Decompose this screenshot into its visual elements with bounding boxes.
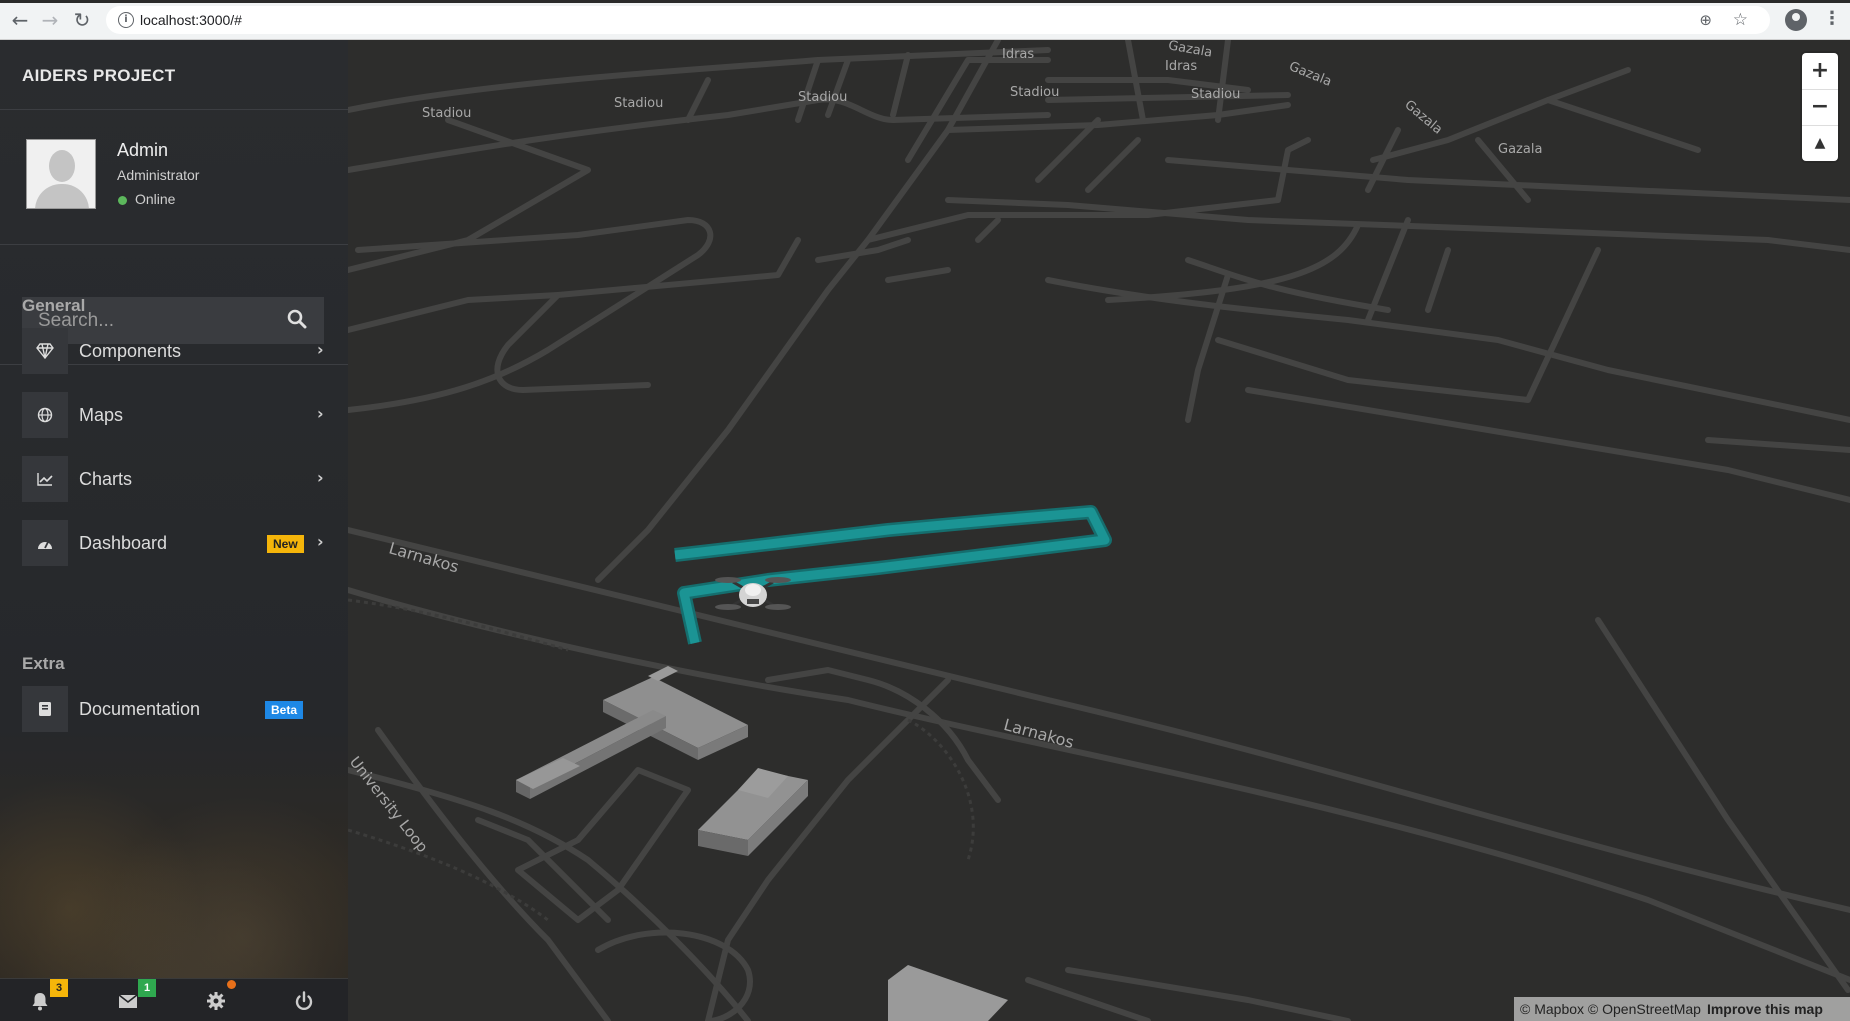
- sidebar-item-label: Dashboard: [79, 533, 168, 553]
- globe-icon: [22, 392, 68, 438]
- settings-alert-dot-icon: [227, 980, 236, 989]
- back-arrow-icon[interactable]: ←: [8, 8, 32, 32]
- brand-title[interactable]: AIDERS PROJECT: [22, 66, 175, 86]
- envelope-icon[interactable]: [117, 990, 139, 1012]
- gear-icon[interactable]: [205, 990, 227, 1012]
- messages-count-badge: 1: [138, 979, 157, 997]
- brand-header: AIDERS PROJECT: [0, 40, 348, 110]
- url-text[interactable]: localhost:3000/#: [140, 12, 242, 28]
- sidebar-item-maps[interactable]: Maps ›: [22, 392, 332, 438]
- online-status-dot-icon: [118, 196, 127, 205]
- bell-icon[interactable]: [29, 990, 51, 1012]
- sidebar-item-components[interactable]: Components ›: [22, 328, 332, 374]
- search-icon[interactable]: [287, 309, 307, 329]
- sidebar-item-dashboard[interactable]: Dashboard New ›: [22, 520, 332, 566]
- map-navigation-control: + − ▲: [1802, 53, 1838, 161]
- street-label: Stadiou: [1010, 85, 1060, 100]
- user-name: Admin: [117, 140, 169, 160]
- map-view[interactable]: Stadiou Stadiou Stadiou Stadiou Stadiou …: [348, 40, 1850, 1021]
- attribution-text[interactable]: © Mapbox © OpenStreetMap: [1520, 1001, 1701, 1017]
- reload-icon[interactable]: ↻: [70, 8, 94, 32]
- street-label: Gazala: [1498, 142, 1543, 157]
- sidebar-item-label: Components: [79, 341, 182, 361]
- user-profile: Admin Administrator Online: [0, 110, 348, 245]
- address-bar[interactable]: i localhost:3000/# ⊕ ☆: [106, 6, 1770, 34]
- 3d-building: [698, 768, 808, 856]
- 3d-building: [888, 965, 1008, 1021]
- street-label: Idras: [1002, 47, 1035, 62]
- map-attribution: © Mapbox © OpenStreetMap Improve this map: [1514, 997, 1850, 1021]
- power-icon[interactable]: [293, 990, 315, 1012]
- forward-arrow-icon[interactable]: →: [38, 8, 62, 32]
- improve-map-link[interactable]: Improve this map: [1707, 1001, 1823, 1017]
- browser-menu-icon[interactable]: ⋮: [1823, 8, 1841, 29]
- bookmark-star-icon[interactable]: ☆: [1733, 10, 1748, 30]
- sidebar-footer: 3 1: [0, 978, 348, 1021]
- browser-toolbar: ← → ↻ i localhost:3000/# ⊕ ☆ ⋮: [0, 0, 1850, 40]
- street-label: Stadiou: [1191, 87, 1241, 102]
- notifications-count-badge: 3: [50, 979, 69, 997]
- street-label: Stadiou: [614, 96, 664, 111]
- zoom-out-button[interactable]: −: [1802, 89, 1838, 125]
- map-canvas[interactable]: [348, 40, 1850, 1021]
- tachometer-icon: [22, 520, 68, 566]
- site-info-icon[interactable]: i: [118, 12, 134, 28]
- book-icon: [22, 686, 68, 732]
- beta-badge: Beta: [265, 701, 304, 719]
- chevron-right-icon: ›: [317, 532, 324, 551]
- footpath: [348, 598, 975, 922]
- sidebar-item-documentation[interactable]: Documentation Beta: [22, 686, 332, 732]
- chevron-right-icon: ›: [317, 468, 324, 487]
- sidebar-item-label: Maps: [79, 405, 124, 425]
- sidebar: AIDERS PROJECT Admin Administrator Onlin…: [0, 40, 348, 1021]
- section-heading-general: General: [22, 296, 86, 315]
- sidebar-item-charts[interactable]: Charts ›: [22, 456, 332, 502]
- street-label: Stadiou: [422, 106, 472, 121]
- chevron-right-icon: ›: [317, 404, 324, 423]
- street-label: Idras: [1165, 59, 1198, 74]
- avatar: [26, 139, 96, 209]
- user-role: Administrator: [117, 167, 200, 183]
- street-label: Stadiou: [798, 90, 848, 105]
- user-status: Online: [135, 191, 176, 207]
- sidebar-item-label: Documentation: [79, 699, 201, 719]
- section-heading-extra: Extra: [22, 654, 65, 673]
- zoom-in-button[interactable]: +: [1802, 53, 1838, 89]
- chevron-right-icon: ›: [317, 340, 324, 359]
- window-top-edge: [0, 0, 1850, 3]
- account-avatar-icon[interactable]: [1785, 9, 1807, 31]
- diamond-icon: [22, 328, 68, 374]
- sidebar-item-label: Charts: [79, 469, 133, 489]
- line-chart-icon: [22, 456, 68, 502]
- new-badge: New: [267, 535, 304, 553]
- zoom-magnifier-icon[interactable]: ⊕: [1699, 11, 1712, 29]
- compass-button[interactable]: ▲: [1802, 125, 1838, 161]
